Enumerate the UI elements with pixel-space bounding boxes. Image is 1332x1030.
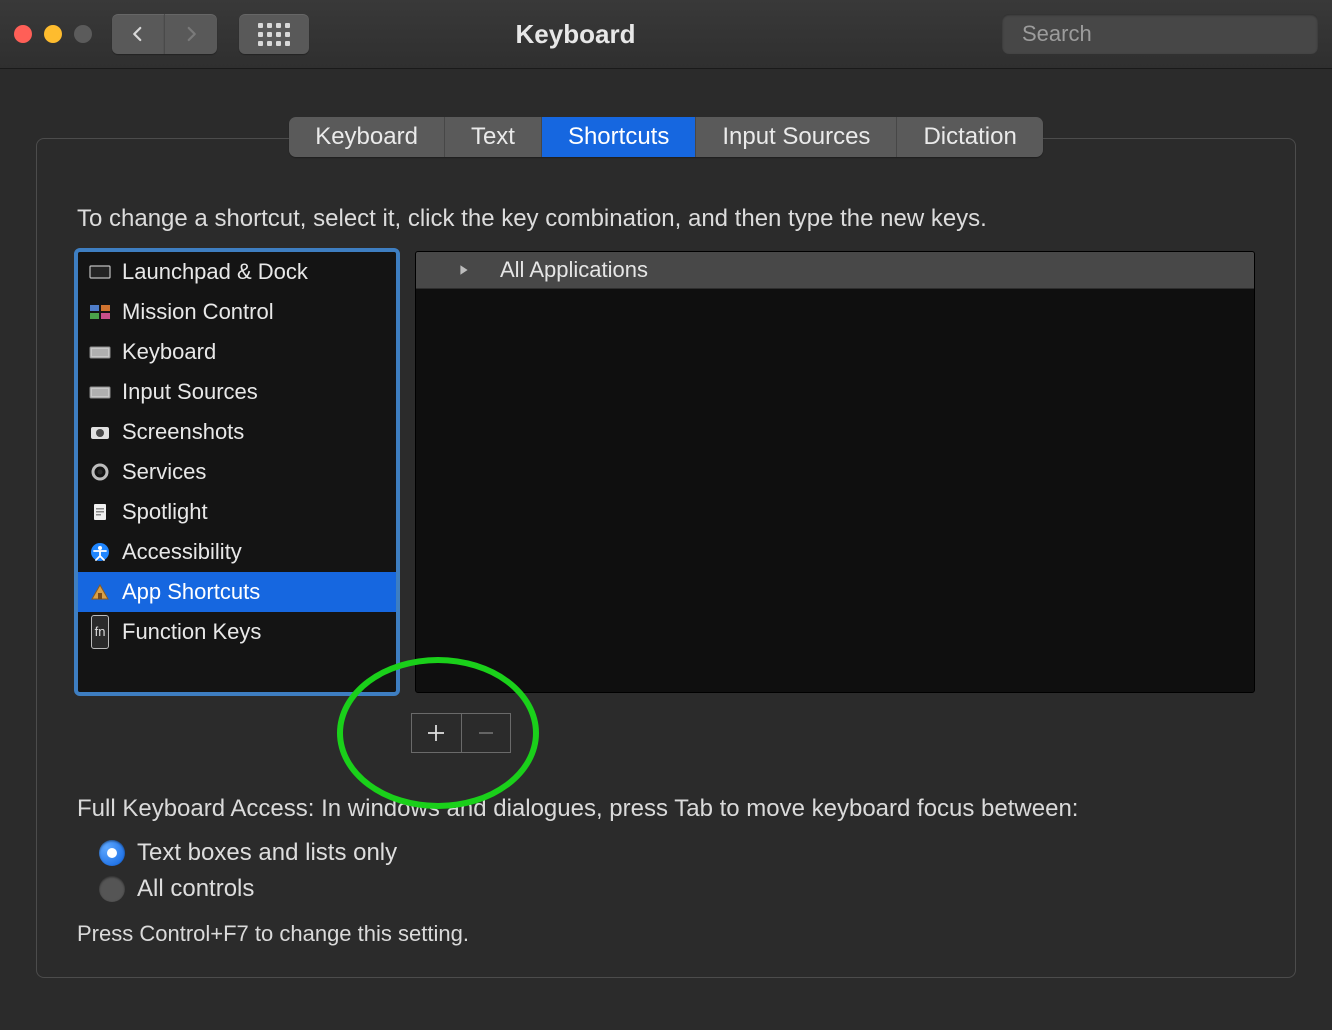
app-shortcuts-icon	[88, 582, 112, 602]
fka-radio-group: Text boxes and lists only All controls	[99, 835, 1255, 907]
category-list[interactable]: Launchpad & Dock Mission Control Keyboard I…	[77, 251, 397, 693]
search-field[interactable]	[1002, 14, 1318, 54]
category-label: Services	[122, 456, 206, 488]
tab-keyboard[interactable]: Keyboard	[289, 117, 445, 157]
disclosure-triangle-icon	[458, 264, 470, 276]
fka-footnote: Press Control+F7 to change this setting.	[77, 921, 1255, 947]
keyboard-icon	[88, 382, 112, 402]
window-toolbar: Keyboard	[0, 0, 1332, 69]
keyboard-icon	[88, 342, 112, 362]
gear-icon	[88, 462, 112, 482]
camera-icon	[88, 422, 112, 442]
detail-header-label: All Applications	[500, 257, 648, 283]
close-window-button[interactable]	[14, 25, 32, 43]
category-label: Input Sources	[122, 376, 258, 408]
fn-icon: fn	[88, 622, 112, 642]
detail-header-row[interactable]: All Applications	[416, 252, 1254, 289]
shortcut-detail-list[interactable]: All Applications	[415, 251, 1255, 693]
radio-button[interactable]	[99, 840, 125, 866]
category-app-shortcuts[interactable]: App Shortcuts	[78, 572, 396, 612]
launchpad-icon	[88, 262, 112, 282]
plus-icon	[426, 723, 446, 743]
category-spotlight[interactable]: Spotlight	[78, 492, 396, 532]
radio-button[interactable]	[99, 876, 125, 902]
document-icon	[88, 502, 112, 522]
category-label: Accessibility	[122, 536, 242, 568]
add-button[interactable]	[412, 714, 462, 752]
category-label: Screenshots	[122, 416, 244, 448]
accessibility-icon	[88, 542, 112, 562]
category-keyboard[interactable]: Keyboard	[78, 332, 396, 372]
full-keyboard-access-label: Full Keyboard Access: In windows and dia…	[77, 795, 1255, 823]
mission-control-icon	[88, 302, 112, 322]
category-function-keys[interactable]: fn Function Keys	[78, 612, 396, 652]
radio-label: All controls	[137, 875, 254, 903]
chevron-left-icon	[129, 25, 147, 43]
tab-input-sources[interactable]: Input Sources	[696, 117, 897, 157]
fka-option-1[interactable]: All controls	[99, 871, 1255, 907]
category-mission-control[interactable]: Mission Control	[78, 292, 396, 332]
category-label: Mission Control	[122, 296, 274, 328]
tab-shortcuts[interactable]: Shortcuts	[542, 117, 696, 157]
category-label: Keyboard	[122, 336, 216, 368]
minimize-window-button[interactable]	[44, 25, 62, 43]
radio-label: Text boxes and lists only	[137, 839, 397, 867]
category-services[interactable]: Services	[78, 452, 396, 492]
category-input-sources[interactable]: Input Sources	[78, 372, 396, 412]
fka-option-0[interactable]: Text boxes and lists only	[99, 835, 1255, 871]
tab-dictation[interactable]: Dictation	[897, 117, 1042, 157]
minus-icon	[476, 723, 496, 743]
instruction-text: To change a shortcut, select it, click t…	[77, 205, 1255, 233]
window-title: Keyboard	[159, 19, 992, 50]
zoom-window-button[interactable]	[74, 25, 92, 43]
shortcuts-panel: To change a shortcut, select it, click t…	[36, 138, 1296, 978]
category-label: App Shortcuts	[122, 576, 260, 608]
category-accessibility[interactable]: Accessibility	[78, 532, 396, 572]
remove-button[interactable]	[462, 714, 511, 752]
add-remove-buttons	[411, 713, 511, 753]
category-label: Function Keys	[122, 616, 261, 648]
category-label: Launchpad & Dock	[122, 256, 308, 288]
window-controls	[14, 25, 92, 43]
back-button[interactable]	[112, 14, 164, 54]
category-launchpad-dock[interactable]: Launchpad & Dock	[78, 252, 396, 292]
category-screenshots[interactable]: Screenshots	[78, 412, 396, 452]
tab-text[interactable]: Text	[445, 117, 542, 157]
category-label: Spotlight	[122, 496, 208, 528]
search-input[interactable]	[1020, 20, 1312, 48]
